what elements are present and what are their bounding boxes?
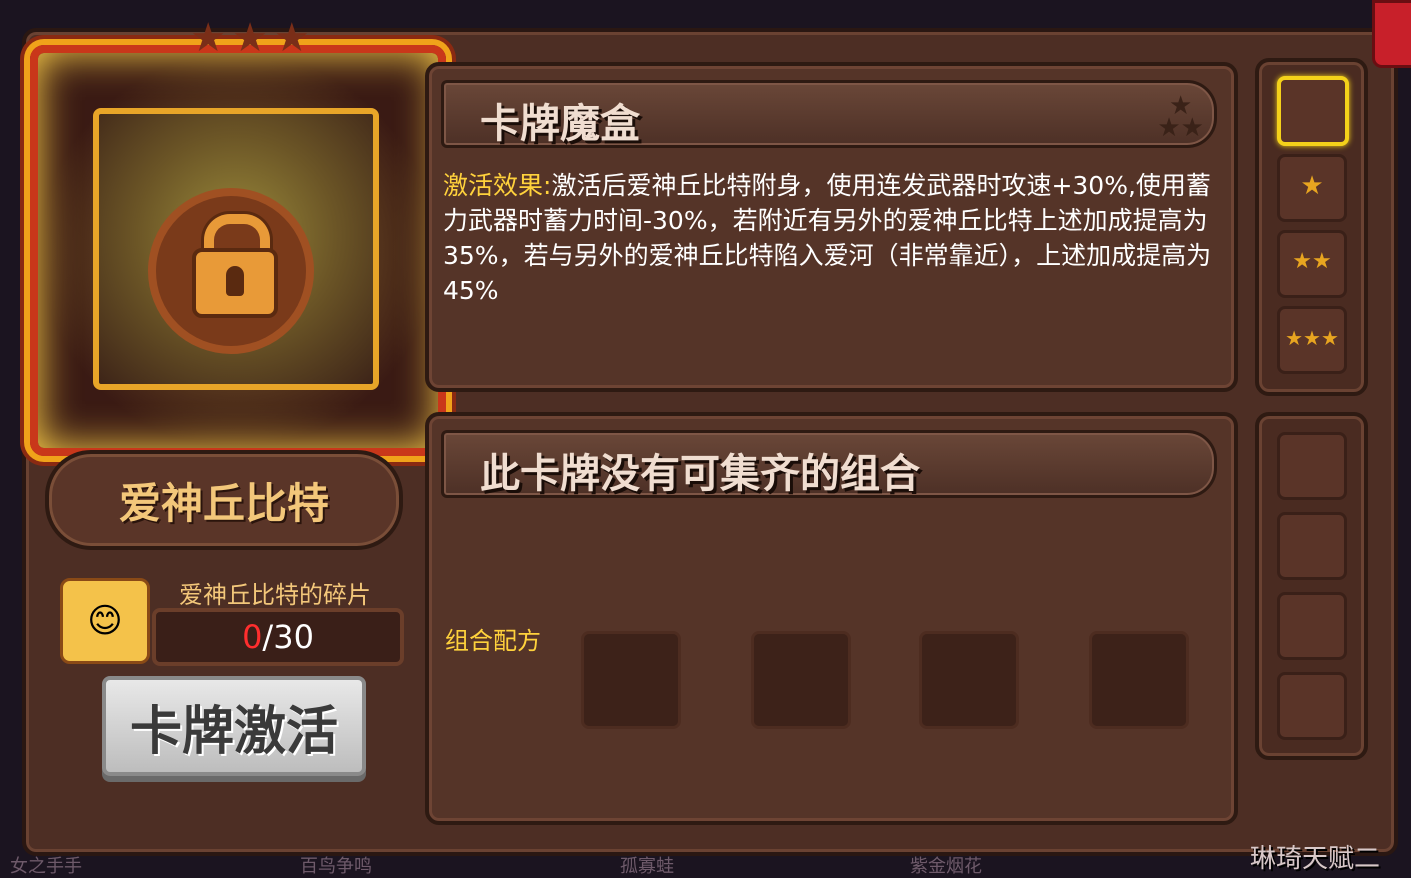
star-level-2[interactable]: ★★ (1277, 230, 1347, 298)
effect-header: 卡牌魔盒 ★ ★★ (441, 80, 1217, 148)
star-level-3[interactable]: ★★★ (1277, 306, 1347, 374)
combo-slot[interactable] (1089, 631, 1189, 729)
effect-description: 激活效果:激活后爱神丘比特附身，使用连发武器时攻速+30%,使用蓄力武器时蓄力时… (443, 168, 1233, 308)
effect-label: 激活效果: (443, 171, 552, 200)
fragment-count: 0/30 (152, 608, 404, 666)
crown-icon: ★★★ (190, 15, 316, 61)
star-level-selector: ★ ★★ ★★★ (1255, 58, 1368, 396)
fragment-title: 爱神丘比特的碎片 (179, 581, 371, 609)
fragment-icon: 😊 (60, 578, 150, 664)
combo-recipe-label: 组合配方 (445, 627, 541, 655)
combo-slot-column (1255, 412, 1368, 760)
effect-body: 激活后爱神丘比特附身，使用连发武器时攻速+30%,使用蓄力武器时蓄力时间-30%… (443, 171, 1212, 305)
combo-side-slot (1277, 592, 1347, 660)
fragment-total: /30 (262, 618, 314, 656)
card-name: 爱神丘比特 (45, 450, 403, 550)
combo-title: 此卡牌没有可集齐的组合 (480, 451, 920, 497)
combo-side-slot (1277, 432, 1347, 500)
combo-side-slot (1277, 512, 1347, 580)
star-rank-icon: ★ ★★ (1157, 91, 1204, 143)
effect-panel: 卡牌魔盒 ★ ★★ 激活效果:激活后爱神丘比特附身，使用连发武器时攻速+30%,使… (425, 62, 1238, 392)
card-frame: ★★★ (30, 15, 446, 456)
activate-card-button[interactable]: 卡牌激活 (102, 676, 366, 776)
combo-slot[interactable] (581, 631, 681, 729)
close-button[interactable] (1372, 0, 1411, 68)
combo-slot[interactable] (919, 631, 1019, 729)
effect-title: 卡牌魔盒 (480, 101, 640, 147)
combo-header: 此卡牌没有可集齐的组合 (441, 430, 1217, 498)
combo-panel: 此卡牌没有可集齐的组合 组合配方 (425, 412, 1238, 825)
combo-slot[interactable] (751, 631, 851, 729)
star-level-0[interactable] (1277, 76, 1349, 146)
lock-icon (148, 188, 314, 354)
combo-side-slot (1277, 672, 1347, 740)
bg-label-5: 琳琦天赋二 (1250, 844, 1381, 874)
star-level-1[interactable]: ★ (1277, 154, 1347, 222)
fragment-current: 0 (242, 618, 263, 656)
